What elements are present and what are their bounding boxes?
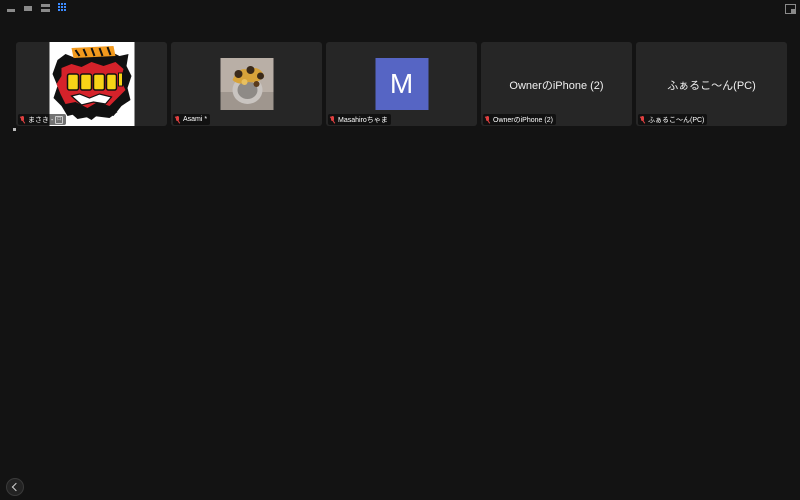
resize-handle[interactable] (13, 128, 16, 131)
fullscreen-icon[interactable] (785, 4, 796, 14)
profile-photo (220, 58, 273, 110)
muted-mic-icon (175, 115, 181, 124)
collapse-panel-button[interactable] (6, 478, 24, 496)
muted-mic-icon (330, 115, 336, 124)
participant-name: ふぁるこ〜ん(PC) (648, 116, 705, 124)
language-badge: 日 (55, 115, 64, 124)
participant-tile[interactable]: M Masahiroちゃま (326, 42, 477, 126)
muted-mic-icon (485, 115, 491, 124)
participant-display-name: OwnerのiPhone (2) (509, 80, 604, 92)
participant-nameplate: まさき - 日 (18, 114, 67, 125)
participant-nameplate: Masahiroちゃま (328, 114, 391, 125)
participant-nameplate: ふぁるこ〜ん(PC) (638, 114, 708, 125)
participant-grid: まさき - 日 Asami * M Masahiroちゃま OwnerのiPho… (16, 42, 787, 126)
participant-name: Masahiroちゃま (338, 116, 388, 124)
participant-name: まさき - (28, 116, 54, 124)
participant-tile[interactable]: ふぁるこ〜ん(PC) ふぁるこ〜ん(PC) (636, 42, 787, 126)
muted-mic-icon (640, 115, 646, 124)
speaker-view-icon[interactable] (6, 3, 17, 13)
muted-mic-icon (20, 115, 26, 124)
participant-tile[interactable]: Asami * (171, 42, 322, 126)
chevron-left-icon (11, 482, 21, 492)
participant-name: OwnerのiPhone (2) (493, 116, 553, 124)
view-switcher (6, 3, 70, 13)
gallery-view-icon[interactable] (23, 3, 34, 13)
participant-name: Asami * (183, 116, 208, 123)
participant-nameplate: Asami * (173, 114, 211, 125)
participant-tile[interactable]: OwnerのiPhone (2) OwnerのiPhone (2) (481, 42, 632, 126)
avatar-initial: M (389, 68, 414, 99)
initial-avatar: M (375, 58, 428, 110)
participant-display-name: ふぁるこ〜ん(PC) (667, 80, 756, 92)
top-bar (0, 0, 800, 20)
grid-view-icon[interactable] (57, 3, 70, 13)
stacked-view-icon[interactable] (40, 3, 51, 13)
participant-tile[interactable]: まさき - 日 (16, 42, 167, 126)
participant-nameplate: OwnerのiPhone (2) (483, 114, 556, 125)
